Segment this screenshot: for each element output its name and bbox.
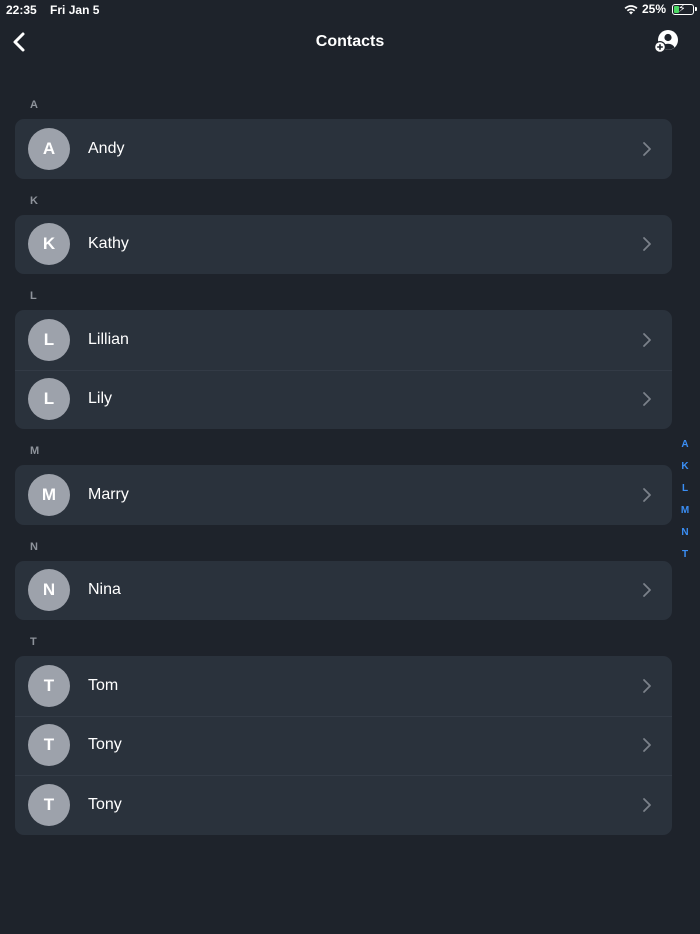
contact-row[interactable]: L Lillian bbox=[15, 310, 672, 370]
avatar: L bbox=[28, 378, 70, 421]
status-left: 22:35 Fri Jan 5 bbox=[6, 3, 109, 17]
status-right: 25% ⚡ bbox=[624, 2, 697, 16]
index-letter-a[interactable]: A bbox=[679, 438, 691, 460]
status-bar: 22:35 Fri Jan 5 25% ⚡ bbox=[0, 0, 700, 20]
avatar: T bbox=[28, 724, 70, 767]
contact-name: Tony bbox=[88, 795, 122, 813]
avatar: T bbox=[28, 783, 70, 826]
contact-row[interactable]: N Nina bbox=[15, 561, 672, 621]
page-title: Contacts bbox=[315, 33, 385, 50]
section-card-k: K Kathy bbox=[15, 214, 672, 275]
contact-row[interactable]: M Marry bbox=[15, 465, 672, 525]
avatar: M bbox=[28, 473, 70, 516]
index-letter-m[interactable]: M bbox=[679, 504, 691, 526]
navigation-bar: Contacts bbox=[0, 22, 700, 62]
contact-name: Nina bbox=[88, 581, 121, 599]
section-header-a: A bbox=[30, 99, 38, 111]
section-header-k: K bbox=[30, 194, 38, 207]
section-card-l: L Lillian L Lily bbox=[15, 310, 672, 429]
avatar: T bbox=[28, 664, 70, 707]
section-card-t: T Tom T Tony T Tony bbox=[15, 656, 672, 835]
chevron-right-icon bbox=[643, 332, 651, 347]
chevron-right-icon bbox=[643, 678, 651, 693]
avatar: N bbox=[28, 569, 70, 612]
chevron-right-icon bbox=[643, 237, 651, 252]
chevron-right-icon bbox=[643, 583, 651, 598]
contact-row[interactable]: T Tom bbox=[15, 656, 672, 716]
chevron-right-icon bbox=[643, 797, 651, 812]
section-card-a: A Andy bbox=[15, 119, 672, 179]
section-header-n: N bbox=[30, 540, 38, 553]
contact-name: Tom bbox=[88, 676, 119, 694]
section-header-l: L bbox=[30, 290, 37, 302]
contact-name: Lillian bbox=[88, 330, 129, 348]
chevron-right-icon bbox=[643, 141, 651, 156]
contact-row[interactable]: A Andy bbox=[15, 119, 672, 179]
index-letter-t[interactable]: T bbox=[679, 548, 691, 570]
avatar: A bbox=[28, 127, 70, 170]
wifi-icon bbox=[624, 4, 638, 14]
avatar: L bbox=[28, 318, 70, 361]
charging-bolt-icon: ⚡ bbox=[678, 2, 686, 15]
section-card-n: N Nina bbox=[15, 560, 672, 621]
section-index-bar[interactable]: AKLMNT bbox=[679, 438, 691, 570]
index-letter-l[interactable]: L bbox=[679, 482, 691, 504]
contact-name: Tony bbox=[88, 736, 122, 754]
add-contact-icon[interactable] bbox=[654, 30, 680, 54]
contact-row[interactable]: L Lily bbox=[15, 369, 672, 430]
status-date: Fri Jan 5 bbox=[50, 3, 100, 17]
contact-name: Lily bbox=[88, 390, 113, 408]
section-header-t: T bbox=[30, 636, 37, 648]
contact-name: Andy bbox=[88, 139, 125, 157]
section-header-m: M bbox=[30, 445, 40, 457]
chevron-right-icon bbox=[643, 487, 651, 502]
contact-name: Kathy bbox=[88, 235, 129, 253]
section-card-m: M Marry bbox=[15, 465, 672, 525]
contact-row[interactable]: K Kathy bbox=[15, 215, 672, 275]
index-letter-k[interactable]: K bbox=[679, 460, 691, 482]
avatar: K bbox=[28, 223, 70, 266]
contact-row[interactable]: T Tony bbox=[15, 775, 672, 835]
status-time: 22:35 bbox=[6, 3, 37, 17]
chevron-right-icon bbox=[643, 738, 651, 753]
contacts-list: A A Andy K K Kathy L L Lillian L Lily M M Marry N N Nina… bbox=[15, 96, 672, 848]
chevron-right-icon bbox=[643, 392, 651, 407]
battery-icon: ⚡ bbox=[672, 2, 697, 15]
contact-row[interactable]: T Tony bbox=[15, 715, 672, 776]
contact-name: Marry bbox=[88, 485, 129, 503]
index-letter-n[interactable]: N bbox=[679, 526, 691, 548]
battery-percent: 25% bbox=[641, 2, 666, 16]
